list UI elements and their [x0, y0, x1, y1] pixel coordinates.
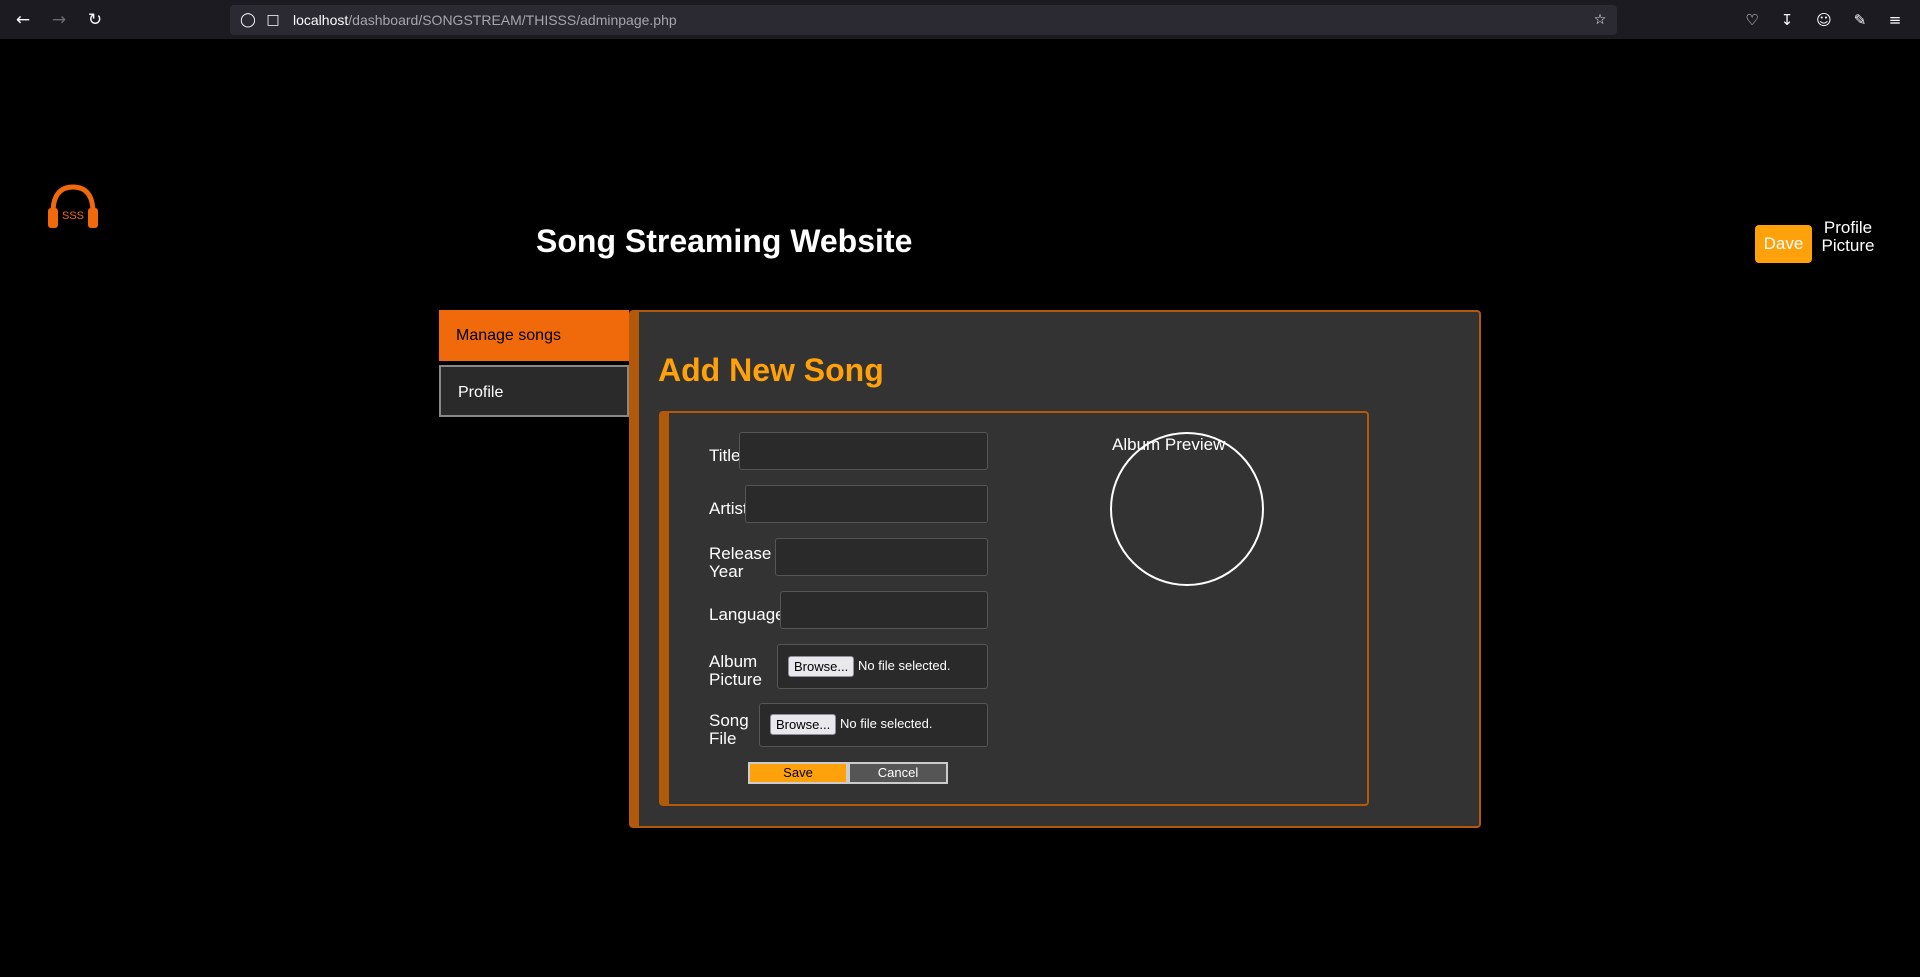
site-title: Song Streaming Website [536, 223, 913, 259]
album-picture-file-input[interactable]: Browse... No file selected. [777, 644, 988, 689]
page-icon[interactable]: □ [263, 10, 283, 30]
cancel-button[interactable]: Cancel [848, 762, 948, 784]
sidebar-item-profile[interactable]: Profile [439, 365, 629, 417]
browser-toolbar: ← → ↻ ◯ □ localhost/dashboard/SONGSTREAM… [0, 0, 1920, 39]
title-label: Title [709, 446, 741, 465]
title-input[interactable] [739, 432, 988, 470]
artist-input[interactable] [745, 485, 988, 523]
menu-icon[interactable]: ≡ [1883, 8, 1907, 32]
page-title: Add New Song [658, 352, 884, 388]
song-file-status: No file selected. [840, 716, 933, 731]
sidebar-item-manage-songs[interactable]: Manage songs [439, 310, 629, 361]
headphones-logo-icon: SSS [48, 184, 98, 228]
extensions-icon[interactable]: ✎ [1848, 8, 1872, 32]
pocket-icon[interactable]: ♡ [1740, 8, 1764, 32]
back-icon[interactable]: ← [11, 8, 35, 32]
song-browse-button[interactable]: Browse... [770, 714, 837, 735]
shield-icon[interactable]: ◯ [238, 10, 258, 30]
album-picture-label: Album Picture [709, 652, 762, 689]
user-button[interactable]: Dave [1755, 225, 1812, 263]
save-button[interactable]: Save [748, 762, 848, 784]
url-path: /dashboard/SONGSTREAM/THISSS/adminpage.p… [348, 12, 677, 28]
bookmark-star-icon[interactable]: ☆ [1590, 10, 1610, 30]
release-year-input[interactable] [775, 538, 988, 576]
album-browse-button[interactable]: Browse... [788, 656, 855, 677]
album-file-status: No file selected. [858, 658, 951, 673]
artist-label: Artist [709, 499, 748, 518]
language-label: Language [709, 605, 785, 624]
song-file-input[interactable]: Browse... No file selected. [759, 703, 988, 747]
url-host: localhost [293, 12, 349, 28]
song-file-label: Song File [709, 711, 749, 748]
profile-picture[interactable]: Profile Picture [1818, 219, 1878, 259]
album-preview-circle [1110, 432, 1264, 586]
download-icon[interactable]: ↧ [1775, 8, 1799, 32]
album-preview-label: Album Preview [1112, 435, 1226, 454]
logo-text: SSS [62, 210, 84, 222]
account-icon[interactable]: ☺ [1812, 8, 1836, 32]
language-input[interactable] [780, 591, 988, 629]
forward-icon[interactable]: → [47, 8, 71, 32]
reload-icon[interactable]: ↻ [83, 8, 107, 32]
url-text[interactable]: localhost/dashboard/SONGSTREAM/THISSS/ad… [293, 12, 677, 28]
address-bar[interactable]: ◯ □ localhost/dashboard/SONGSTREAM/THISS… [230, 5, 1617, 35]
